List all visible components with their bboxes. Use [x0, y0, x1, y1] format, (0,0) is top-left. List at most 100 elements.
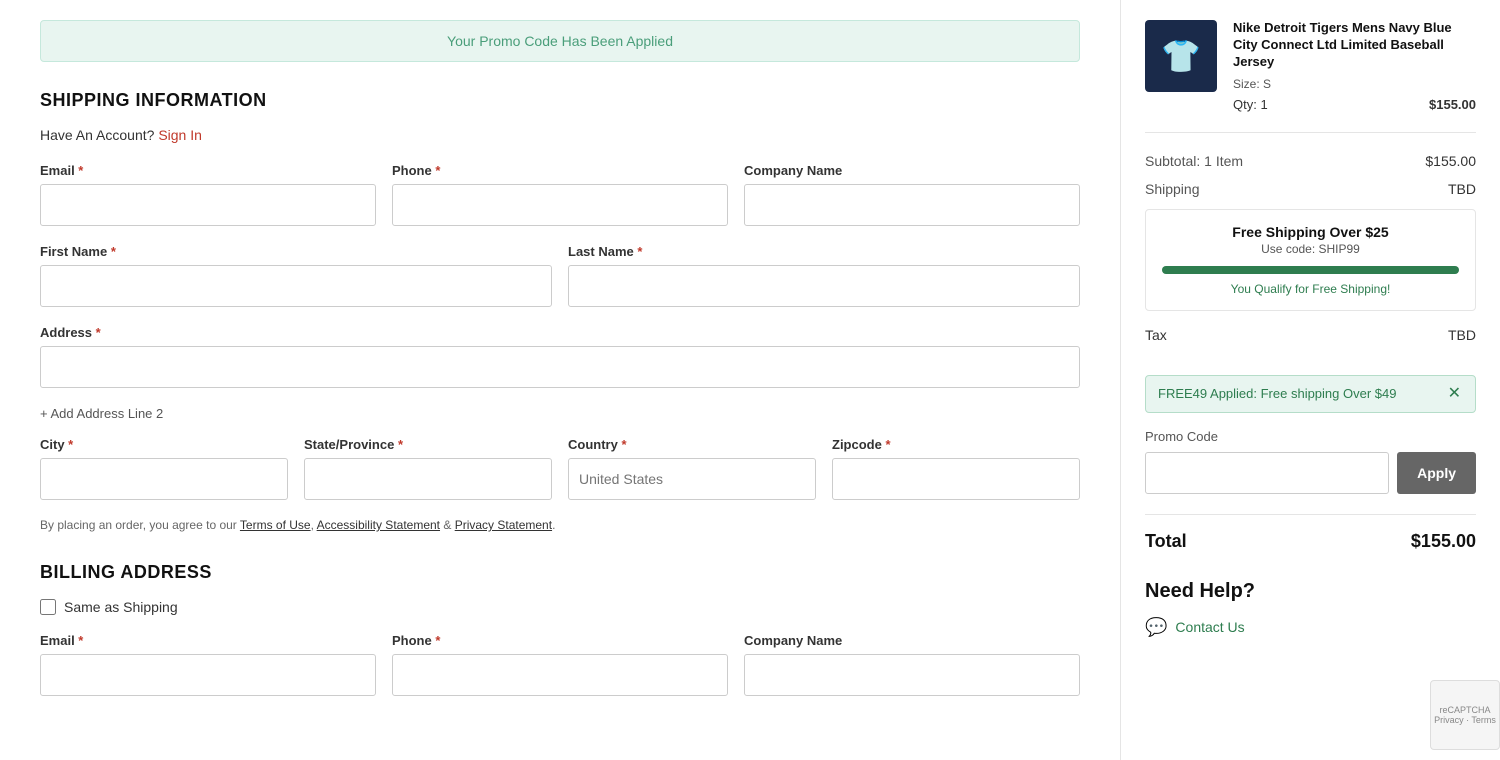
billing-company-name-input[interactable] — [744, 654, 1080, 696]
billing-phone-label: Phone * — [392, 633, 728, 648]
need-help-title: Need Help? — [1145, 580, 1476, 603]
country-label: Country * — [568, 437, 816, 452]
first-name-group: First Name * — [40, 244, 552, 307]
billing-email-group: Email * — [40, 633, 376, 696]
billing-email-input[interactable] — [40, 654, 376, 696]
subtotal-label: Subtotal: 1 Item — [1145, 153, 1243, 169]
free-shipping-box: Free Shipping Over $25 Use code: SHIP99 … — [1145, 209, 1476, 311]
same-as-shipping-row: Same as Shipping — [40, 599, 1080, 615]
chat-icon: 💬 — [1145, 617, 1167, 638]
total-value: $155.00 — [1411, 531, 1476, 552]
phone-input[interactable] — [392, 184, 728, 226]
address-group: Address * — [40, 325, 1080, 388]
need-help-section: Need Help? 💬 Contact Us — [1145, 580, 1476, 638]
subtotal-row: Subtotal: 1 Item $155.00 — [1145, 153, 1476, 169]
accessibility-statement-link[interactable]: Accessibility Statement — [317, 518, 440, 532]
zipcode-label: Zipcode * — [832, 437, 1080, 452]
billing-phone-input[interactable] — [392, 654, 728, 696]
billing-company-name-group: Company Name — [744, 633, 1080, 696]
product-qty: Qty: 1 — [1233, 97, 1268, 112]
email-group: Email * — [40, 163, 376, 226]
contact-us-link[interactable]: 💬 Contact Us — [1145, 617, 1476, 638]
promo-code-row: Apply — [1145, 452, 1476, 494]
add-address-line-2-link[interactable]: Add Address Line 2 — [40, 406, 163, 421]
billing-section: BILLING ADDRESS Same as Shipping Email * — [40, 562, 1080, 696]
city-label: City * — [40, 437, 288, 452]
billing-phone-group: Phone * — [392, 633, 728, 696]
same-as-shipping-label[interactable]: Same as Shipping — [64, 599, 178, 615]
address-label: Address * — [40, 325, 1080, 340]
shipping-label: Shipping — [1145, 181, 1200, 197]
subtotal-value: $155.00 — [1425, 153, 1476, 169]
free-shipping-code: Use code: SHIP99 — [1162, 242, 1459, 256]
shipping-section: SHIPPING INFORMATION Have An Account? Si… — [40, 90, 1080, 532]
shipping-value: TBD — [1448, 181, 1476, 197]
product-image: 👕 — [1145, 20, 1217, 92]
product-qty-price: Qty: 1 $155.00 — [1233, 97, 1476, 112]
billing-company-name-label: Company Name — [744, 633, 1080, 648]
apply-promo-button[interactable]: Apply — [1397, 452, 1476, 494]
terms-text: By placing an order, you agree to our Te… — [40, 518, 1080, 532]
billing-title: BILLING ADDRESS — [40, 562, 1080, 583]
form-row-2: First Name * Last Name * — [40, 244, 1080, 307]
promo-code-label: Promo Code — [1145, 429, 1476, 444]
total-label: Total — [1145, 531, 1187, 552]
account-line: Have An Account? Sign In — [40, 127, 1080, 143]
tax-value: TBD — [1448, 327, 1476, 343]
state-province-input[interactable] — [304, 458, 552, 500]
product-size: Size: S — [1233, 77, 1476, 91]
email-label: Email * — [40, 163, 376, 178]
country-input[interactable] — [568, 458, 816, 500]
order-summary-sidebar: 👕 Nike Detroit Tigers Mens Navy Blue Cit… — [1120, 0, 1500, 760]
form-row-4: City * State/Province * Country * — [40, 437, 1080, 500]
state-province-group: State/Province * — [304, 437, 552, 500]
free-shipping-progress-wrapper — [1162, 266, 1459, 274]
shipping-title: SHIPPING INFORMATION — [40, 90, 1080, 111]
free-shipping-title: Free Shipping Over $25 — [1162, 224, 1459, 240]
terms-of-use-link[interactable]: Terms of Use — [240, 518, 311, 532]
product-price: $155.00 — [1429, 97, 1476, 112]
qualify-text: You Qualify for Free Shipping! — [1162, 282, 1459, 296]
phone-group: Phone * — [392, 163, 728, 226]
shipping-row: Shipping TBD — [1145, 181, 1476, 197]
address-input[interactable] — [40, 346, 1080, 388]
company-name-label: Company Name — [744, 163, 1080, 178]
zipcode-input[interactable] — [832, 458, 1080, 500]
email-input[interactable] — [40, 184, 376, 226]
company-name-input[interactable] — [744, 184, 1080, 226]
first-name-label: First Name * — [40, 244, 552, 259]
form-row-1: Email * Phone * Company Name — [40, 163, 1080, 226]
free-shipping-progress-fill — [1162, 266, 1459, 274]
total-row: Total $155.00 — [1145, 514, 1476, 552]
phone-label: Phone * — [392, 163, 728, 178]
last-name-group: Last Name * — [568, 244, 1080, 307]
applied-promo-text: FREE49 Applied: Free shipping Over $49 — [1158, 386, 1396, 401]
first-name-input[interactable] — [40, 265, 552, 307]
country-group: Country * — [568, 437, 816, 500]
jersey-icon: 👕 — [1161, 37, 1201, 75]
privacy-statement-link[interactable]: Privacy Statement — [455, 518, 552, 532]
promo-code-input[interactable] — [1145, 452, 1389, 494]
product-name: Nike Detroit Tigers Mens Navy Blue City … — [1233, 20, 1476, 71]
billing-email-label: Email * — [40, 633, 376, 648]
city-input[interactable] — [40, 458, 288, 500]
sign-in-link[interactable]: Sign In — [158, 127, 202, 143]
product-row: 👕 Nike Detroit Tigers Mens Navy Blue Cit… — [1145, 20, 1476, 133]
remove-promo-button[interactable]: ✕ — [1446, 386, 1463, 402]
city-group: City * — [40, 437, 288, 500]
form-row-3: Address * — [40, 325, 1080, 388]
last-name-label: Last Name * — [568, 244, 1080, 259]
add-address-line-wrapper: Add Address Line 2 — [40, 406, 1080, 421]
company-name-group: Company Name — [744, 163, 1080, 226]
main-section: Your Promo Code Has Been Applied SHIPPIN… — [0, 0, 1120, 760]
zipcode-group: Zipcode * — [832, 437, 1080, 500]
tax-row: Tax TBD — [1145, 327, 1476, 359]
tax-label: Tax — [1145, 327, 1167, 343]
recaptcha: reCAPTCHAPrivacy · Terms — [1430, 680, 1500, 750]
contact-us-label: Contact Us — [1175, 619, 1244, 635]
product-details: Nike Detroit Tigers Mens Navy Blue City … — [1233, 20, 1476, 112]
applied-promo-tag: FREE49 Applied: Free shipping Over $49 ✕ — [1145, 375, 1476, 413]
promo-banner: Your Promo Code Has Been Applied — [40, 20, 1080, 62]
same-as-shipping-checkbox[interactable] — [40, 599, 56, 615]
last-name-input[interactable] — [568, 265, 1080, 307]
